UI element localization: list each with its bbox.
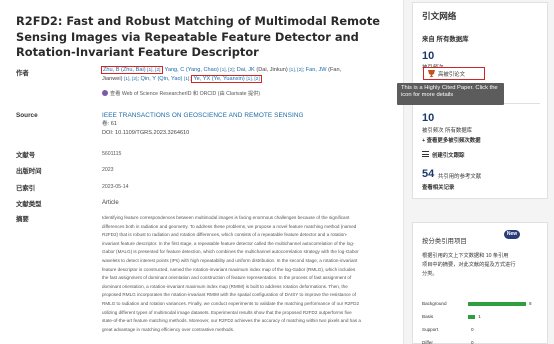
classification-heading: 按分类引用项目 [422,238,467,245]
authors-list: Zhu, B (Zhu, Bai) [1], [2]; Yang, C (Yan… [101,66,396,98]
citation-network-heading: 引文网络 [422,11,457,21]
alert-icon [422,151,429,157]
chart-row[interactable]: Basis 1 [422,313,538,321]
author-fullname: (Dai, Jinkun) [256,67,288,73]
chart-value-label: 1 [478,314,481,319]
chart-value-label: 0 [471,327,474,332]
author-link[interactable]: Ye, YX (Ye, Yuanxin) [193,76,244,82]
new-badge: New [504,230,520,239]
classification-desc: 分类。 [422,271,438,277]
cited-references-count[interactable]: 54 [422,168,434,180]
citation-sidebar: 引文网络 来自 所有数据库 10 被引频次 高被引论文 10 被引频次 所有数据… [403,0,554,344]
cited-references-label: 共引用的参考文献 [438,174,482,180]
chart-row[interactable]: Support 0 [422,326,538,334]
source-section: Source IEEE TRANSACTIONS ON GEOSCIENCE A… [16,112,396,137]
meta-label: 出版时间 [16,168,42,175]
chart-category-label: Differ [422,340,433,344]
classification-desc: 项目中的摘要，对此文献的提及方式进行 [422,262,516,268]
author-link[interactable]: Qin, Y (Qin, Yao) [141,76,183,82]
abstract-section: 摘要 Identifying feature correspondences b… [16,214,404,334]
chart-category-label: Support [422,327,439,332]
source-label: Source [16,112,38,119]
meta-value: Article [102,200,119,206]
chart-row[interactable]: Differ 0 [422,339,538,344]
volume: 卷: 61 [102,121,117,128]
meta-label: 已索引 [16,185,36,192]
chart-category-label: Background [422,301,447,306]
meta-label: 文献号 [16,152,36,159]
related-records-link[interactable]: 查看相关记录 [422,183,454,191]
chart-bar [468,301,526,306]
author-link[interactable]: Yang, C (Yang, Chao) [165,67,219,73]
times-cited-all-count[interactable]: 10 [422,112,434,124]
page-title: R2FD2: Fast and Robust Matching of Multi… [16,14,381,59]
meta-row: 出版时间 2023 [16,166,396,175]
meta-row: 文献类型 Article [16,199,396,208]
affiliation-ref[interactable]: [1] [184,77,189,82]
author-highlight-2: Ye, YX (Ye, Yuanxin) [1], [2] [191,75,262,84]
highly-cited-badge[interactable]: 高被引论文 [423,67,485,80]
author-fullname: (Fan, [328,67,342,73]
create-alert-link[interactable]: 创建引文跟踪 [432,151,464,159]
researcher-id-link[interactable]: 查看 Web of Science ResearcherID 和 ORCID (… [102,90,396,98]
author-link[interactable]: Dai, JK [237,67,255,73]
database-scope: 来自 所有数据库 [422,36,469,43]
authors-section: 作者 Zhu, B (Zhu, Bai) [1], [2]; Yang, C (… [16,66,396,98]
abstract-label: 摘要 [16,216,29,223]
meta-value: 2023 [102,167,114,173]
chart-category-label: Basis [422,314,434,319]
author-link[interactable]: Fan, JW [306,67,327,73]
author-fullname: Jianwei) [102,76,123,83]
journal-link[interactable]: IEEE TRANSACTIONS ON GEOSCIENCE AND REMO… [102,112,396,120]
affiliation-ref[interactable]: [1], [2] [246,77,259,82]
times-cited-all-label: 被引频次 所有数据库 [422,128,473,134]
chart-value-label: 8 [529,301,532,306]
affiliation-ref[interactable]: [1], [2] [147,68,160,73]
chart-bar [468,314,476,319]
abstract-text: Identifying feature correspondences betw… [102,215,361,332]
meta-label: 文献类型 [16,201,42,208]
view-more-link[interactable]: + 查看更多被引频次数据 [422,136,481,144]
affiliation-ref[interactable]: [1], [2] [124,77,137,82]
classification-desc: 根据引用的文上下文数据和 10 条引用 [422,253,509,259]
affiliation-ref[interactable]: [1], [2] [220,68,233,73]
author-link[interactable]: Zhu, B (Zhu, Bai) [103,67,146,73]
trophy-icon[interactable] [428,70,435,77]
author-highlight-1: Zhu, B (Zhu, Bai) [1], [2] [101,66,163,74]
authors-label: 作者 [16,70,29,77]
meta-row: 文献号 5601115 [16,150,396,159]
times-cited-count[interactable]: 10 [422,50,434,62]
chart-row[interactable]: Background 8 [422,300,538,308]
chart-value-label: 0 [471,340,474,344]
highly-cited-tooltip: This is a Highly Cited Paper. Click the … [397,83,504,105]
affiliation-ref[interactable]: [1], [2] [289,68,302,73]
source-details: IEEE TRANSACTIONS ON GEOSCIENCE AND REMO… [102,112,396,137]
doi: DOI: 10.1109/TGRS.2023.3264610 [102,129,190,136]
meta-value: 5601115 [102,151,122,157]
meta-value: 2023-05-14 [102,184,129,190]
meta-row: 已索引 2023-05-14 [16,183,396,192]
researcher-icon [102,90,108,97]
